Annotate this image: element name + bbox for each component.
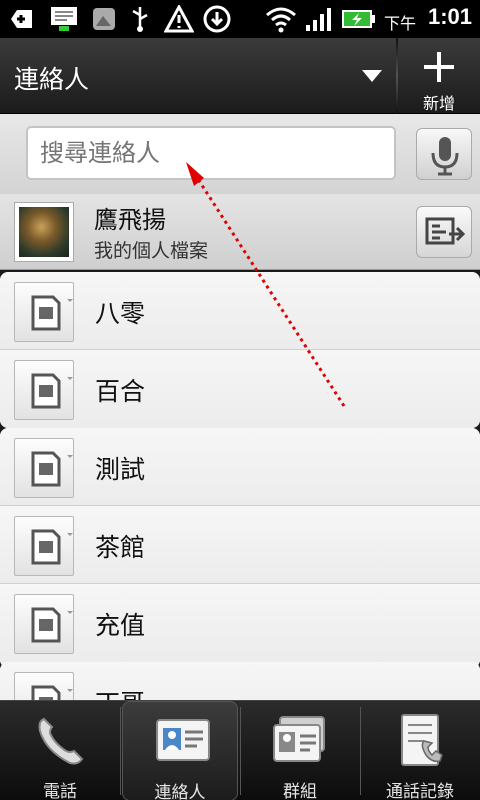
call-log-icon <box>390 711 450 771</box>
title-bar: 連絡人 新增 <box>0 38 480 114</box>
warning-icon <box>164 5 194 33</box>
contact-name: 充值 <box>95 611 146 640</box>
sim-card-icon <box>31 295 73 331</box>
tab-phone-label: 電話 <box>43 782 77 800</box>
list-item[interactable]: 茶館 <box>0 506 480 584</box>
search-input[interactable] <box>26 126 396 180</box>
microphone-icon <box>431 137 459 176</box>
send-card-icon <box>425 217 466 245</box>
groups-icon <box>270 711 330 771</box>
phone-icon <box>30 711 90 771</box>
add-contact-label: 新增 <box>422 94 455 113</box>
search-bar <box>0 114 480 194</box>
status-bar: 下午 1:01 <box>0 0 480 38</box>
my-profile-row[interactable]: 鷹飛揚 我的個人檔案 <box>0 194 480 270</box>
contact-name: 百合 <box>95 377 146 406</box>
list-item[interactable]: 丁哥 <box>0 662 480 700</box>
contacts-icon <box>153 712 213 772</box>
bottom-tab-bar: 電話 連絡人 群組 通話記錄 <box>0 700 480 800</box>
contact-name: 八零 <box>95 299 146 328</box>
tab-contacts-label: 連絡人 <box>154 783 206 800</box>
sim-card-icon <box>31 451 73 487</box>
share-profile-button[interactable] <box>416 206 472 258</box>
contact-list[interactable]: 鷹飛揚 我的個人檔案 八零 百合 測試 茶館 充值 <box>0 194 480 700</box>
sim-card-icon <box>31 529 73 565</box>
status-ampm: 下午 <box>383 14 416 33</box>
chevron-down-icon[interactable] <box>360 68 384 84</box>
add-contact-button[interactable]: 新增 <box>398 38 480 114</box>
image-icon <box>90 5 118 33</box>
list-item[interactable]: 百合 <box>0 350 480 428</box>
tab-groups[interactable]: 群組 <box>240 701 360 800</box>
profile-subtitle: 我的個人檔案 <box>94 240 209 262</box>
tab-groups-label: 群組 <box>283 782 317 800</box>
avatar <box>14 202 74 262</box>
contact-photo-placeholder <box>14 672 74 700</box>
tab-call-log-label: 通話記錄 <box>386 782 454 800</box>
contact-group-3: 丁哥 <box>0 662 480 700</box>
contact-photo-placeholder <box>14 282 74 342</box>
contact-photo-placeholder <box>14 516 74 576</box>
contact-group-1: 八零 百合 <box>0 272 480 428</box>
contact-name: 茶館 <box>95 533 146 562</box>
page-title: 連絡人 <box>14 65 90 94</box>
download-icon <box>202 5 232 33</box>
usb-icon <box>128 5 152 33</box>
list-item[interactable]: 八零 <box>0 272 480 350</box>
contact-group-2: 測試 茶館 充值 <box>0 428 480 668</box>
voice-search-button[interactable] <box>416 128 472 180</box>
notification-icon <box>48 5 82 33</box>
contact-photo-placeholder <box>14 438 74 498</box>
battery-charging-icon <box>340 5 376 33</box>
profile-name: 鷹飛揚 <box>94 206 166 234</box>
plus-icon <box>422 50 456 84</box>
contact-name: 測試 <box>95 455 146 484</box>
tab-contacts[interactable]: 連絡人 <box>122 701 238 800</box>
sim-card-icon <box>31 607 73 643</box>
sim-card-icon <box>31 685 73 700</box>
signal-icon <box>304 5 334 33</box>
tab-phone[interactable]: 電話 <box>0 701 120 800</box>
list-item[interactable]: 充值 <box>0 584 480 662</box>
list-item[interactable]: 測試 <box>0 428 480 506</box>
tab-call-log[interactable]: 通話記錄 <box>360 701 480 800</box>
add-icon <box>6 5 36 33</box>
status-time: 1:01 <box>427 4 472 29</box>
contact-photo-placeholder <box>14 360 74 420</box>
contact-name: 丁哥 <box>95 684 145 700</box>
contact-photo-placeholder <box>14 594 74 654</box>
wifi-icon <box>264 5 298 33</box>
sim-card-icon <box>31 373 73 409</box>
